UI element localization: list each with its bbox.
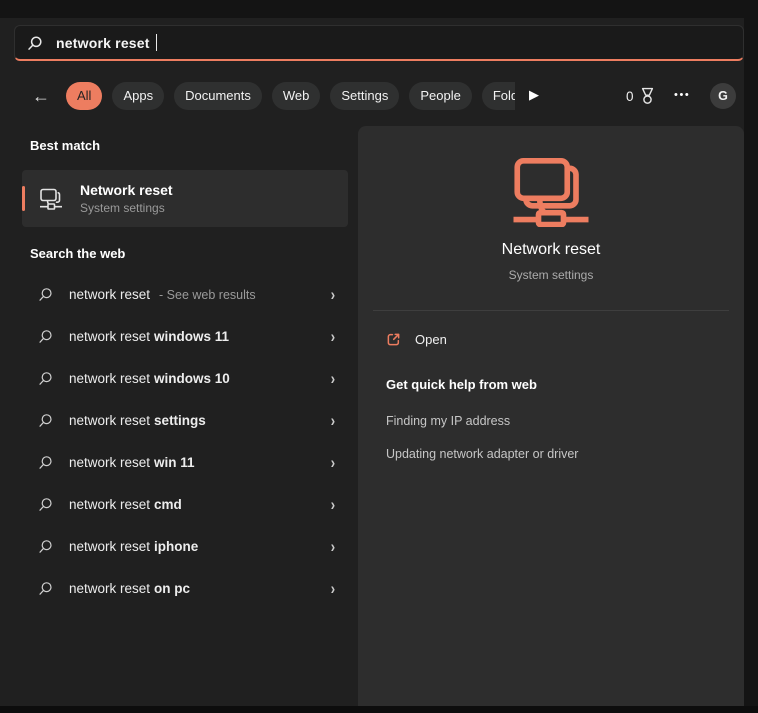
suggestion-note: - See web results: [159, 288, 256, 302]
suggestion-text: network reset windows 11: [69, 329, 330, 344]
chevron-right-icon: ›: [331, 412, 336, 429]
web-suggestion-row[interactable]: network reset settings ›: [22, 399, 348, 441]
suggestion-suffix: windows 10: [154, 371, 230, 386]
web-suggestion-row[interactable]: network reset win 11 ›: [22, 441, 348, 483]
best-match-title: Network reset: [80, 182, 173, 198]
web-suggestion-row[interactable]: network reset cmd ›: [22, 483, 348, 525]
filter-tab-documents[interactable]: Documents: [174, 82, 262, 110]
suggestion-query: network reset: [69, 329, 150, 344]
suggestion-text: network reset win 11: [69, 455, 330, 470]
search-icon: [38, 581, 53, 596]
suggestion-suffix: on pc: [154, 581, 190, 596]
network-reset-icon: [38, 187, 64, 211]
suggestion-query: network reset: [69, 539, 150, 554]
best-match-result[interactable]: Network reset System settings: [22, 170, 348, 227]
network-reset-large-icon: [511, 157, 591, 227]
search-icon: [38, 287, 53, 302]
search-icon: [38, 455, 53, 470]
filter-tab-settings[interactable]: Settings: [330, 82, 399, 110]
suggestion-text: network reset windows 10: [69, 371, 330, 386]
suggestion-query: network reset: [69, 413, 150, 428]
filter-tab-folders[interactable]: Folders: [482, 82, 515, 110]
best-match-subtitle: System settings: [80, 201, 173, 215]
chevron-right-icon: ›: [331, 580, 336, 597]
filter-tab-people[interactable]: People: [409, 82, 471, 110]
search-icon: [38, 413, 53, 428]
suggestion-text: network reset settings: [69, 413, 330, 428]
text-cursor: [156, 34, 157, 51]
filter-tab-apps[interactable]: Apps: [112, 82, 164, 110]
window-edge-bottom: [0, 706, 758, 713]
suggestion-suffix: win 11: [154, 455, 195, 470]
window-edge-right: [744, 0, 758, 713]
web-suggestion-row[interactable]: network reset windows 10 ›: [22, 357, 348, 399]
quick-help-header: Get quick help from web: [386, 377, 537, 392]
rewards-button[interactable]: 0: [626, 85, 656, 107]
web-suggestion-row[interactable]: network reset on pc ›: [22, 567, 348, 609]
suggestion-text: network reset on pc: [69, 581, 330, 596]
filter-tab-web[interactable]: Web: [272, 82, 321, 110]
suggestion-suffix: cmd: [154, 497, 182, 512]
search-icon: [38, 329, 53, 344]
rewards-medal-icon: [639, 87, 656, 106]
more-options-button[interactable]: •••: [674, 84, 690, 106]
chevron-right-icon: ›: [331, 328, 336, 345]
preview-panel: Network reset System settings Open Get q…: [358, 126, 744, 706]
web-suggestion-row[interactable]: network reset iphone ›: [22, 525, 348, 567]
chevron-right-icon: ›: [331, 286, 336, 303]
open-label: Open: [415, 332, 447, 347]
search-box[interactable]: network reset: [14, 25, 744, 61]
web-suggestion-row[interactable]: network reset windows 11 ›: [22, 315, 348, 357]
search-icon: [38, 497, 53, 512]
rewards-count: 0: [626, 89, 634, 104]
divider: [373, 310, 729, 311]
open-external-icon: [386, 332, 401, 347]
chevron-right-icon: ›: [331, 538, 336, 555]
suggestion-query: network reset: [69, 371, 150, 386]
suggestion-suffix: windows 11: [154, 329, 229, 344]
suggestion-suffix: settings: [154, 413, 206, 428]
help-link-ip-address[interactable]: Finding my IP address: [386, 414, 510, 428]
selection-accent-bar: [22, 186, 25, 211]
account-avatar[interactable]: G: [710, 83, 736, 109]
preview-subtitle: System settings: [358, 268, 744, 282]
open-action[interactable]: Open: [386, 329, 447, 349]
web-suggestion-list: network reset - See web results › network…: [22, 273, 348, 609]
back-button[interactable]: ←: [32, 85, 50, 107]
search-icon: [27, 35, 43, 51]
search-input-value[interactable]: network reset: [56, 35, 150, 51]
suggestion-suffix: iphone: [154, 539, 198, 554]
suggestion-query: network reset: [69, 287, 150, 302]
preview-title: Network reset: [358, 241, 744, 259]
filter-tabs: All Apps Documents Web Settings People Folders: [66, 82, 515, 110]
search-web-header: Search the web: [30, 246, 125, 261]
chevron-right-icon: ›: [331, 454, 336, 471]
help-link-adapter-driver[interactable]: Updating network adapter or driver: [386, 447, 578, 461]
filter-tab-all[interactable]: All: [66, 82, 102, 110]
suggestion-query: network reset: [69, 581, 150, 596]
suggestion-query: network reset: [69, 455, 150, 470]
search-flyout-window: network reset ← All Apps Documents Web Setti…: [0, 0, 758, 713]
web-suggestion-row[interactable]: network reset - See web results ›: [22, 273, 348, 315]
suggestion-query: network reset: [69, 497, 150, 512]
window-edge-top: [0, 0, 758, 18]
suggestion-text: network reset iphone: [69, 539, 330, 554]
chevron-right-icon: ›: [331, 370, 336, 387]
chevron-right-icon: ›: [331, 496, 336, 513]
search-icon: [38, 371, 53, 386]
best-match-header: Best match: [30, 138, 100, 153]
suggestion-text: network reset - See web results: [69, 287, 330, 302]
scroll-filters-right-button[interactable]: ▶: [529, 87, 539, 103]
search-icon: [38, 539, 53, 554]
suggestion-text: network reset cmd: [69, 497, 330, 512]
